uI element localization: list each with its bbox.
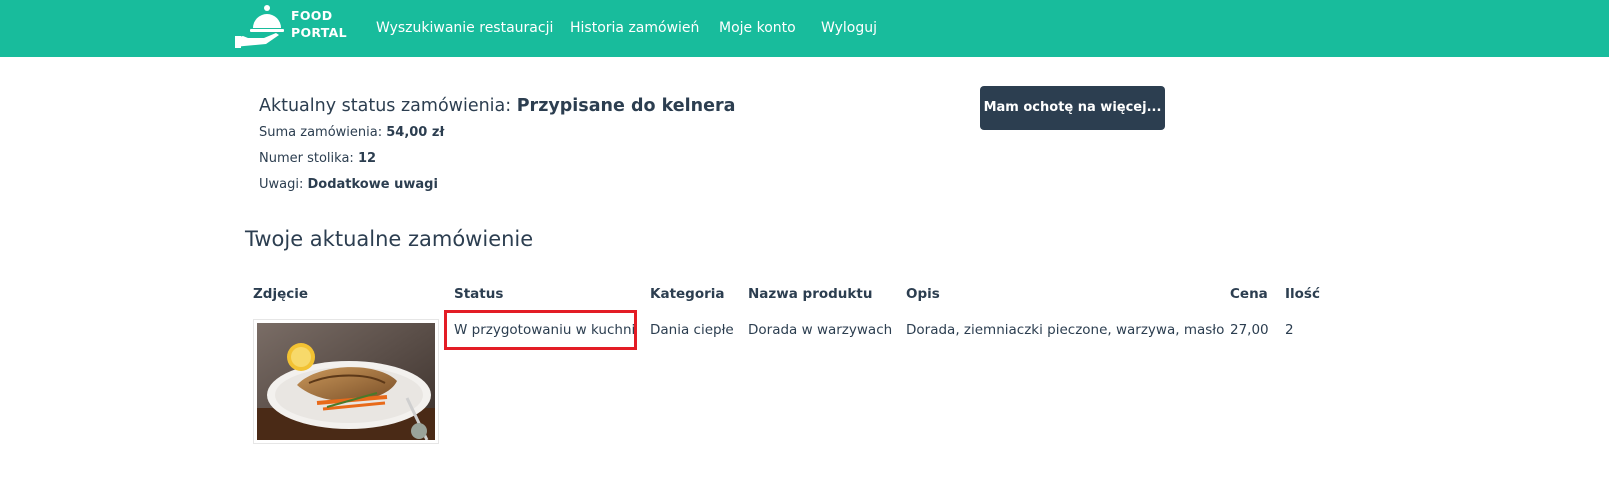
table-number-value: 12 [357, 151, 377, 166]
food-portal-logo[interactable]: FOOD PORTAL [234, 0, 354, 57]
order-notes-line: Uwagi: Dodatkowe uwagi [259, 176, 438, 194]
column-header-status: Status [454, 286, 504, 302]
order-status-line: Aktualny status zamówienia: Przypisane d… [259, 94, 735, 118]
logo-line-1: FOOD [291, 8, 333, 23]
order-sum-line: Suma zamówienia: 54,00 zł [259, 124, 444, 142]
order-more-button[interactable]: Mam ochotę na więcej... [980, 86, 1165, 130]
order-sum-label: Suma zamówienia: [259, 125, 387, 140]
nav-link-my-account[interactable]: Moje konto [719, 18, 796, 38]
nav-link-logout[interactable]: Wyloguj [821, 18, 877, 38]
column-header-quantity: Ilość [1285, 286, 1320, 302]
order-status-value: Przypisane do kelnera [516, 96, 736, 116]
column-header-product-name: Nazwa produktu [748, 286, 873, 302]
product-photo [253, 319, 439, 444]
column-header-photo: Zdjęcie [253, 286, 309, 302]
column-header-price: Cena [1230, 286, 1268, 302]
order-item-price: 27,00 [1230, 322, 1269, 338]
order-item-description: Dorada, ziemniaczki pieczone, warzywa, m… [906, 322, 1225, 338]
fish-dish-image [257, 323, 435, 440]
table-number-line: Numer stolika: 12 [259, 150, 376, 168]
order-notes-label: Uwagi: [259, 177, 308, 192]
order-item-status-highlight: W przygotowaniu w kuchni [444, 310, 637, 350]
logo-line-2: PORTAL [291, 25, 347, 40]
order-item-quantity: 2 [1285, 322, 1294, 338]
order-sum-value: 54,00 zł [386, 125, 445, 140]
order-item-status: W przygotowaniu w kuchni [454, 322, 636, 338]
top-navbar: FOOD PORTAL Wyszukiwanie restauracji His… [0, 0, 1609, 57]
nav-link-order-history[interactable]: Historia zamówień [570, 18, 699, 38]
cloche-icon [235, 5, 284, 48]
column-header-description: Opis [906, 286, 940, 302]
column-header-category: Kategoria [650, 286, 725, 302]
nav-link-restaurant-search[interactable]: Wyszukiwanie restauracji [376, 18, 553, 38]
table-number-label: Numer stolika: [259, 151, 358, 166]
order-item-category: Dania ciepłe [650, 322, 734, 338]
order-notes-value: Dodatkowe uwagi [307, 177, 438, 192]
order-item-product-name: Dorada w warzywach [748, 322, 893, 338]
current-order-title: Twoje aktualne zamówienie [245, 227, 534, 251]
logo-text: FOOD PORTAL [291, 7, 347, 41]
order-status-label: Aktualny status zamówienia: [259, 96, 517, 116]
